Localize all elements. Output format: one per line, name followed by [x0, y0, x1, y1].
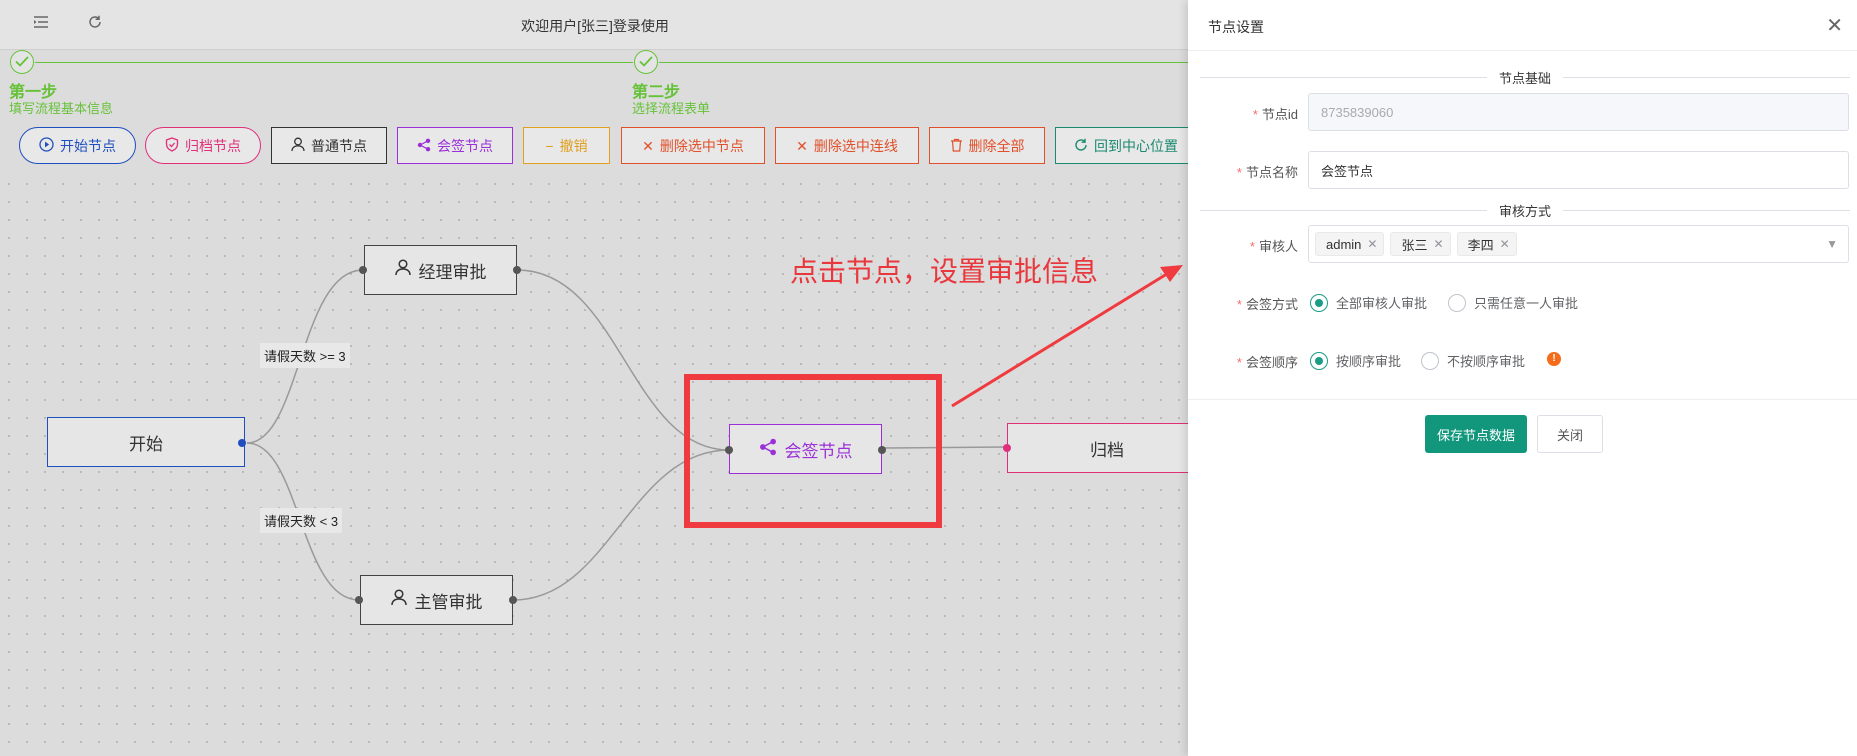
sign-mode-option-any[interactable]: 只需任意一人审批 — [1448, 293, 1578, 312]
node-name-label: * 节点名称 — [1236, 165, 1298, 180]
node-supervisor-approval[interactable]: 主管审批 — [360, 575, 513, 625]
save-node-button[interactable]: 保存节点数据 — [1425, 415, 1527, 453]
delete-selected-node-button[interactable]: ✕ 删除选中节点 — [621, 127, 765, 164]
node-id-value: 8735839060 — [1321, 104, 1394, 120]
delete-all-button[interactable]: 删除全部 — [929, 127, 1045, 164]
delete-selected-node-label: 删除选中节点 — [659, 137, 744, 154]
user-icon — [291, 137, 305, 154]
drawer-divider — [1188, 50, 1857, 51]
add-start-node-button[interactable]: 开始节点 — [19, 127, 136, 164]
add-countersign-node-button[interactable]: 会签节点 — [397, 127, 513, 164]
page-title: 欢迎用户[张三]登录使用 — [521, 18, 669, 34]
annotation-arrow-line — [951, 270, 1171, 408]
section-review-title: 审核方式 — [1486, 201, 1564, 220]
step-connector — [659, 62, 1190, 63]
add-archive-node-button[interactable]: 归档节点 — [145, 127, 261, 164]
edge-label-lt3: 请假天数 < 3 — [260, 508, 343, 533]
required-mark: * — [1236, 297, 1242, 312]
app-header: 欢迎用户[张三]登录使用 — [0, 0, 1190, 50]
radio-checked-icon — [1310, 351, 1328, 370]
edge-label-ge3: 请假天数 >= 3 — [260, 343, 350, 368]
step-1-desc: 填写流程基本信息 — [9, 101, 114, 116]
close-drawer-button[interactable]: 关闭 — [1537, 415, 1603, 453]
undo-label: 撤销 — [559, 137, 588, 154]
node-supervisor-label: 主管审批 — [414, 592, 483, 612]
radio-checked-icon — [1310, 293, 1328, 312]
node-manager-port-in[interactable] — [359, 266, 367, 274]
node-settings-drawer: 节点设置 ✕ 节点基础 * 节点id 8735839060 * 节点名称 会签节点 … — [1188, 0, 1857, 756]
sign-order-label: * 会签顺序 — [1236, 355, 1298, 370]
drawer-divider — [1188, 399, 1857, 400]
node-manager-approval[interactable]: 经理审批 — [364, 245, 517, 295]
required-mark: * — [1249, 239, 1255, 254]
required-mark: * — [1236, 165, 1242, 180]
radio-unchecked-icon — [1448, 293, 1466, 312]
add-archive-node-label: 归档节点 — [185, 137, 241, 154]
step-1-check-icon — [10, 50, 34, 74]
node-archive-port[interactable] — [1003, 444, 1011, 452]
radio-unchecked-icon — [1421, 351, 1439, 370]
close-icon: ✕ — [796, 137, 808, 154]
node-archive[interactable]: 归档 — [1007, 423, 1207, 473]
info-icon[interactable]: ! — [1547, 352, 1561, 366]
node-name-value: 会签节点 — [1321, 163, 1374, 179]
reviewer-tag: 李四 ✕ — [1456, 232, 1517, 256]
annotation-highlight-box — [684, 374, 942, 528]
section-review: 审核方式 — [1200, 200, 1850, 220]
step-2-desc: 选择流程表单 — [632, 101, 711, 116]
play-circle-icon — [39, 137, 54, 154]
section-basic: 节点基础 — [1200, 67, 1850, 87]
annotation-text: 点击节点，设置审批信息 — [790, 256, 1099, 287]
node-manager-label: 经理审批 — [418, 262, 487, 282]
user-icon — [394, 259, 411, 281]
node-start-label: 开始 — [129, 434, 163, 454]
sign-order-option-sequential[interactable]: 按顺序审批 — [1310, 351, 1401, 370]
reviewer-label: * 审核人 — [1249, 239, 1298, 254]
delete-all-label: 删除全部 — [968, 137, 1025, 154]
close-icon[interactable]: ✕ — [1826, 13, 1843, 38]
close-icon: ✕ — [642, 137, 654, 154]
reviewer-select[interactable]: admin ✕ 张三 ✕ 李四 ✕ ▼ — [1308, 225, 1849, 263]
reviewer-tag: admin ✕ — [1315, 232, 1385, 256]
node-id-input[interactable]: 8735839060 — [1308, 93, 1849, 131]
trash-icon — [950, 138, 963, 154]
required-mark: * — [1252, 107, 1258, 122]
node-start-port[interactable] — [238, 439, 246, 447]
shield-check-icon — [165, 137, 179, 154]
step-connector — [35, 62, 633, 63]
add-countersign-node-label: 会签节点 — [437, 137, 493, 154]
step-2-check-icon — [634, 50, 658, 74]
node-id-label: * 节点id — [1252, 107, 1298, 122]
refresh-icon — [1074, 138, 1088, 154]
node-supervisor-port-in[interactable] — [355, 596, 363, 604]
add-normal-node-label: 普通节点 — [311, 137, 367, 154]
reset-center-label: 回到中心位置 — [1094, 137, 1178, 154]
chevron-down-icon: ▼ — [1826, 237, 1838, 251]
node-archive-label: 归档 — [1090, 440, 1124, 460]
reviewer-tag: 张三 ✕ — [1390, 232, 1451, 256]
node-manager-port-out[interactable] — [513, 266, 521, 274]
share-icon — [417, 138, 431, 154]
sign-mode-label: * 会签方式 — [1236, 297, 1298, 312]
annotation-arrow-head — [1160, 265, 1183, 282]
drawer-title: 节点设置 — [1208, 19, 1264, 35]
tag-close-icon[interactable]: ✕ — [1500, 237, 1510, 251]
user-icon — [390, 589, 407, 611]
section-basic-title: 节点基础 — [1486, 68, 1564, 87]
node-name-input[interactable]: 会签节点 — [1308, 151, 1849, 189]
tag-close-icon[interactable]: ✕ — [1367, 237, 1377, 251]
required-mark: * — [1236, 355, 1242, 370]
add-start-node-label: 开始节点 — [60, 137, 116, 154]
undo-button[interactable]: − 撤销 — [523, 127, 610, 164]
sign-order-option-parallel[interactable]: 不按顺序审批 — [1421, 351, 1525, 370]
minus-icon: − — [545, 137, 554, 154]
node-supervisor-port-out[interactable] — [509, 596, 517, 604]
tag-close-icon[interactable]: ✕ — [1434, 237, 1444, 251]
reset-center-button[interactable]: 回到中心位置 — [1055, 127, 1190, 164]
delete-selected-edge-button[interactable]: ✕ 删除选中连线 — [775, 127, 919, 164]
node-start[interactable]: 开始 — [47, 417, 245, 467]
add-normal-node-button[interactable]: 普通节点 — [271, 127, 387, 164]
delete-selected-edge-label: 删除选中连线 — [813, 137, 898, 154]
sign-mode-option-all[interactable]: 全部审核人审批 — [1310, 293, 1427, 312]
